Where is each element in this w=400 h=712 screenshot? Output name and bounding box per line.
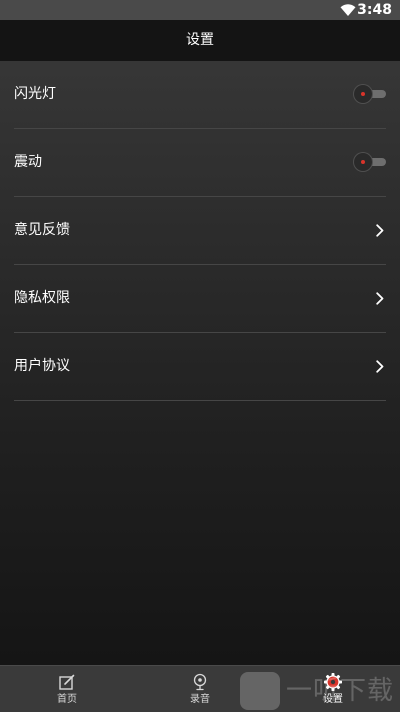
row-label: 闪光灯 bbox=[14, 86, 56, 102]
settings-row-vibration[interactable]: 震动 bbox=[14, 129, 386, 197]
row-label: 用户协议 bbox=[14, 358, 70, 374]
row-label: 隐私权限 bbox=[14, 290, 70, 306]
vibration-toggle[interactable] bbox=[354, 153, 386, 171]
toggle-knob bbox=[354, 153, 372, 171]
status-bar: 3:48 bbox=[0, 0, 400, 20]
edit-icon bbox=[59, 674, 75, 690]
microphone-icon bbox=[193, 673, 207, 691]
nav-item-home[interactable]: 首页 bbox=[0, 666, 134, 712]
row-label: 意见反馈 bbox=[14, 222, 70, 238]
settings-list: 闪光灯 震动 意见反馈 隐私权限 用户协议 bbox=[0, 61, 400, 401]
chevron-right-icon bbox=[376, 360, 384, 373]
chevron-right-icon bbox=[376, 224, 384, 237]
toggle-indicator-dot bbox=[361, 92, 365, 96]
title-bar: 设置 bbox=[0, 20, 400, 61]
settings-row-privacy[interactable]: 隐私权限 bbox=[14, 265, 386, 333]
settings-screen: 3:48 设置 闪光灯 震动 意见反馈 隐私权限 用户协议 首页 录音 设置 一… bbox=[0, 0, 400, 712]
chevron-right-icon bbox=[376, 292, 384, 305]
toggle-knob bbox=[354, 85, 372, 103]
watermark-logo bbox=[240, 672, 280, 710]
nav-label: 首页 bbox=[57, 694, 77, 705]
flashlight-toggle[interactable] bbox=[354, 85, 386, 103]
page-title: 设置 bbox=[186, 32, 214, 48]
watermark-text: 一听下载 bbox=[286, 676, 395, 706]
settings-row-feedback[interactable]: 意见反馈 bbox=[14, 197, 386, 265]
row-label: 震动 bbox=[14, 154, 42, 170]
settings-row-user-agreement[interactable]: 用户协议 bbox=[14, 333, 386, 401]
watermark: 一听下载 bbox=[240, 670, 400, 712]
wifi-icon bbox=[340, 4, 356, 16]
toggle-indicator-dot bbox=[361, 160, 365, 164]
settings-row-flashlight[interactable]: 闪光灯 bbox=[14, 61, 386, 129]
status-time: 3:48 bbox=[357, 2, 392, 18]
